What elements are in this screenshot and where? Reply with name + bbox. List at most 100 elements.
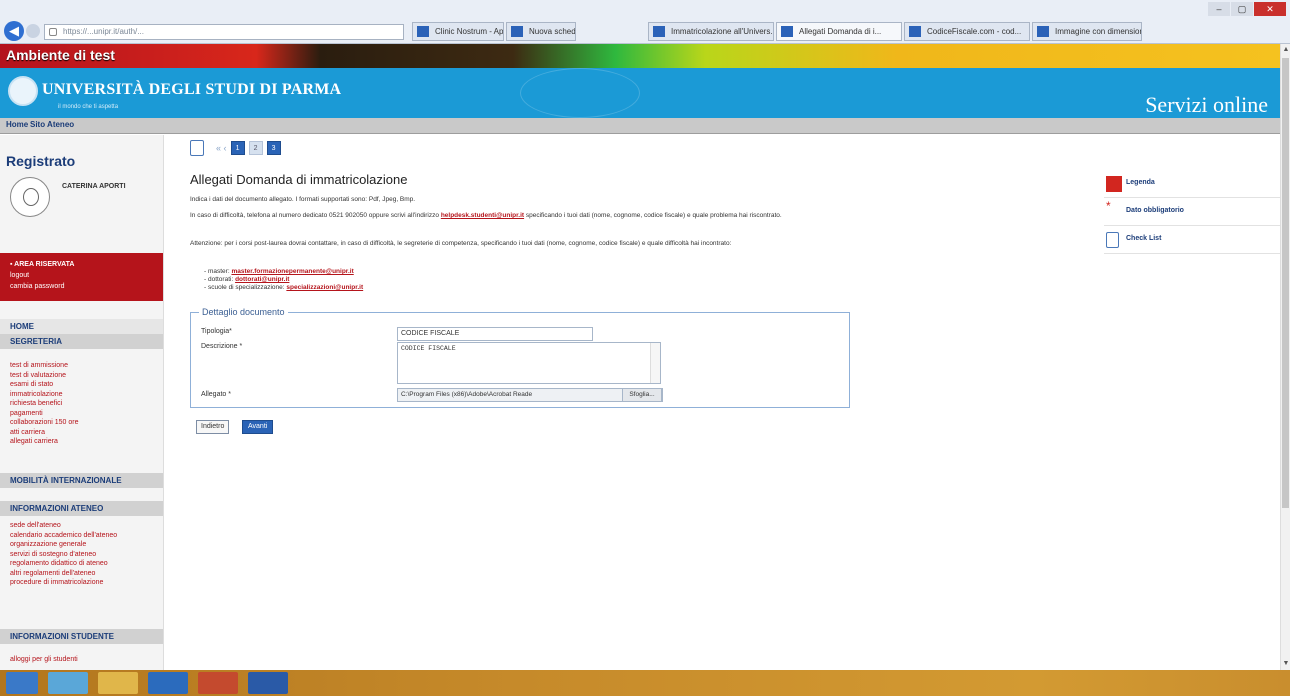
servizi-online-title: Servizi online [1145, 92, 1268, 117]
tab-strip: Clinic Nostrum - Applicat... Nuova sched… [412, 22, 1142, 42]
dottorati-email-link[interactable]: dottorati@unipr.it [235, 276, 289, 283]
site-header: UNIVERSITÀ DEGLI STUDI DI PARMA il mondo… [0, 68, 1282, 118]
checklist-item[interactable]: Check List [1104, 226, 1280, 254]
sidebar-link[interactable]: test di ammissione [10, 361, 160, 371]
checklist-icon [1106, 232, 1119, 248]
wizard-step[interactable]: 3 [266, 141, 281, 155]
change-password-link[interactable]: cambia password [10, 281, 154, 292]
windows-taskbar [0, 670, 1290, 696]
list-item: - scuole di specializzazione: specializz… [204, 284, 364, 291]
user-name: CATERINA APORTI [62, 183, 126, 190]
page-title: Allegati Domanda di immatricolazione [190, 172, 408, 187]
avatar [10, 177, 50, 217]
sidebar-item-home[interactable]: HOME [0, 319, 163, 334]
sidebar-section-info-studente[interactable]: INFORMAZIONI STUDENTE [0, 629, 163, 644]
university-tagline: il mondo che ti aspetta [58, 104, 119, 110]
sidebar-link[interactable]: immatricolazione [10, 390, 160, 400]
specializzazioni-email-link[interactable]: specializzazioni@unipr.it [286, 284, 363, 291]
sidebar-link[interactable]: pagamenti [10, 409, 160, 419]
tab-favicon-icon [781, 26, 793, 37]
helpdesk-email-link[interactable]: helpdesk.studenti@unipr.it [441, 212, 524, 219]
sidebar-section-mobilita[interactable]: MOBILITÀ INTERNAZIONALE [0, 473, 163, 488]
app-icon[interactable] [198, 672, 238, 694]
sidebar-link[interactable]: altri regolamenti dell'ateneo [10, 569, 160, 579]
obbligatorio-item: * Dato obbligatorio [1104, 198, 1280, 226]
indietro-button[interactable]: Indietro [196, 420, 230, 434]
browser-chrome: ◀ https://...unipr.it/auth/... Clinic No… [0, 0, 1290, 44]
browser-tab[interactable]: Immagine con dimensione... [1032, 22, 1142, 41]
explorer-icon[interactable] [98, 672, 138, 694]
browser-tab[interactable]: Nuova scheda [506, 22, 576, 41]
allegato-file-input[interactable]: C:\Program Files (x86)\Adobe\Acrobat Rea… [397, 388, 663, 402]
sidebar-link[interactable]: regolamento didattico di ateneo [10, 559, 160, 569]
descrizione-textarea[interactable]: CODICE FISCALE [397, 342, 661, 384]
reserved-area-title: ▪ AREA RISERVATA [10, 261, 75, 268]
formats-info: Indica i dati del documento allegato. I … [190, 196, 416, 203]
forward-arrow-icon[interactable] [26, 24, 40, 38]
window-controls: – ▢ ✕ [1208, 2, 1286, 16]
browser-tab[interactable]: Clinic Nostrum - Applicat... [412, 22, 504, 41]
sidebar-title: Registrato [6, 153, 76, 169]
top-nav: Home Sito Ateneo [0, 118, 1282, 134]
nav-home-link[interactable]: Home [6, 120, 28, 129]
back-arrow-icon[interactable]: ◀ [4, 21, 24, 41]
info-studente-links: alloggi per gli studenti [10, 655, 160, 665]
sidebar-link[interactable]: test di valutazione [10, 371, 160, 381]
word-icon[interactable] [248, 672, 288, 694]
sidebar-section-info-ateneo[interactable]: INFORMAZIONI ATENEO [0, 501, 163, 516]
tipologia-label: Tipologia* [201, 328, 232, 335]
scroll-down-icon[interactable]: ▼ [1282, 660, 1290, 668]
browser-tab[interactable]: Immatricolazione all'Univers... [648, 22, 774, 41]
sidebar-link[interactable]: allegati carriera [10, 437, 160, 447]
university-name[interactable]: UNIVERSITÀ DEGLI STUDI DI PARMA [42, 81, 341, 99]
outlook-icon[interactable] [148, 672, 188, 694]
sidebar-link[interactable]: richiesta benefici [10, 399, 160, 409]
header-decoration [520, 68, 640, 118]
master-email-link[interactable]: master.formazionepermanente@unipr.it [231, 268, 353, 275]
sidebar-link[interactable]: sede dell'ateneo [10, 521, 160, 531]
sidebar-link[interactable]: esami di stato [10, 380, 160, 390]
start-button-icon[interactable] [6, 672, 38, 694]
scroll-up-icon[interactable]: ▲ [1282, 46, 1290, 54]
descrizione-label: Descrizione * [201, 343, 243, 350]
tipologia-field[interactable]: CODICE FISCALE [397, 327, 593, 341]
list-item: - dottorati: dottorati@unipr.it [204, 276, 290, 283]
sidebar-link[interactable]: collaborazioni 150 ore [10, 418, 160, 428]
list-item: - master: master.formazionepermanente@un… [204, 268, 354, 275]
tab-favicon-icon [909, 26, 921, 37]
address-bar[interactable]: https://...unipr.it/auth/... [44, 24, 404, 40]
browser-tab-active[interactable]: Allegati Domanda di i... [776, 22, 902, 41]
address-text: https://...unipr.it/auth/... [63, 27, 144, 36]
sidebar-link[interactable]: alloggi per gli studenti [10, 655, 160, 665]
file-path-value: C:\Program Files (x86)\Adobe\Acrobat Rea… [401, 391, 533, 398]
legenda-item[interactable]: Legenda [1104, 170, 1280, 198]
descrizione-value: CODICE FISCALE [401, 345, 456, 352]
tab-favicon-icon [417, 26, 429, 37]
university-logo-icon[interactable] [8, 76, 38, 106]
page-scrollbar[interactable]: ▲ ▼ [1280, 44, 1290, 670]
maximize-button[interactable]: ▢ [1231, 2, 1253, 16]
help-text-start: In caso di difficoltà, telefona al numer… [190, 212, 441, 219]
help-text-end: specificando i tuoi dati (nome, cognome,… [524, 212, 782, 219]
sidebar-section-segreteria[interactable]: SEGRETERIA [0, 334, 163, 349]
avanti-button[interactable]: Avanti [242, 420, 274, 434]
scroll-thumb[interactable] [1282, 58, 1289, 508]
minimize-button[interactable]: – [1208, 2, 1230, 16]
reserved-area: ▪ AREA RISERVATA logout cambia password [0, 253, 163, 301]
sidebar-link[interactable]: calendario accademico dell'ateneo [10, 531, 160, 541]
wizard-step[interactable]: 1 [230, 141, 245, 155]
wizard-back-arrows[interactable]: « ‹ [216, 143, 227, 153]
nav-sito-ateneo-link[interactable]: Sito Ateneo [30, 120, 74, 129]
logout-link[interactable]: logout [10, 270, 154, 281]
close-window-button[interactable]: ✕ [1254, 2, 1286, 16]
textarea-scrollbar[interactable] [650, 343, 660, 383]
ie-icon[interactable] [48, 672, 88, 694]
browse-button[interactable]: Sfoglia... [622, 388, 662, 402]
browser-tab[interactable]: CodiceFiscale.com - cod... [904, 22, 1030, 41]
sidebar-link[interactable]: procedure di immatricolazione [10, 578, 160, 588]
wizard-step-current[interactable]: 2 [248, 141, 263, 155]
form-legend: Dettaglio documento [199, 307, 288, 317]
sidebar-link[interactable]: atti carriera [10, 428, 160, 438]
sidebar-link[interactable]: servizi di sostegno d'ateneo [10, 550, 160, 560]
sidebar-link[interactable]: organizzazione generale [10, 540, 160, 550]
